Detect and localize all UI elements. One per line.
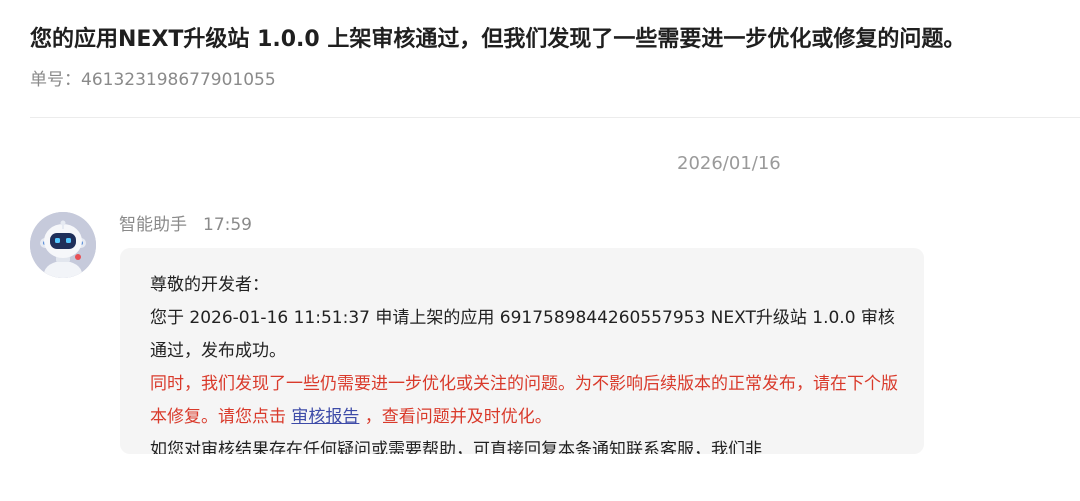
message-footer: 如您对审核结果存在任何疑问或需要帮助，可直接回复本条通知联系客服，我们非 (150, 440, 762, 454)
assistant-avatar (30, 212, 96, 278)
ticket-title: 您的应用NEXT升级站 1.0.0 上架审核通过，但我们发现了一些需要进一步优化… (30, 27, 966, 52)
sender-name: 智能助手 (119, 215, 187, 235)
ticket-number: 单号：461323198677901055 (30, 68, 276, 92)
warning-text-end: ，查看问题并及时优化。 (359, 407, 552, 427)
ticket-number-label: 单号： (30, 70, 81, 90)
robot-avatar-icon (30, 212, 96, 278)
message-meta: 智能助手 17:59 (119, 213, 252, 237)
message-time: 17:59 (203, 215, 252, 235)
header-divider (30, 117, 1080, 118)
message-warning: 同时，我们发现了一些仍需要进一步优化或关注的问题。为不影响后续版本的正常发布，请… (150, 368, 898, 434)
audit-report-link[interactable]: 审核报告 (291, 407, 359, 427)
date-separator: 2026/01/16 (677, 153, 781, 174)
message-greeting: 尊敬的开发者： (150, 275, 269, 295)
ticket-number-value: 461323198677901055 (81, 70, 276, 90)
message-content: 尊敬的开发者： 您于 2026-01-16 11:51:37 申请上架的应用 6… (150, 269, 898, 454)
message-body: 您于 2026-01-16 11:51:37 申请上架的应用 691758984… (150, 308, 895, 361)
message-bubble: 尊敬的开发者： 您于 2026-01-16 11:51:37 申请上架的应用 6… (120, 248, 924, 454)
